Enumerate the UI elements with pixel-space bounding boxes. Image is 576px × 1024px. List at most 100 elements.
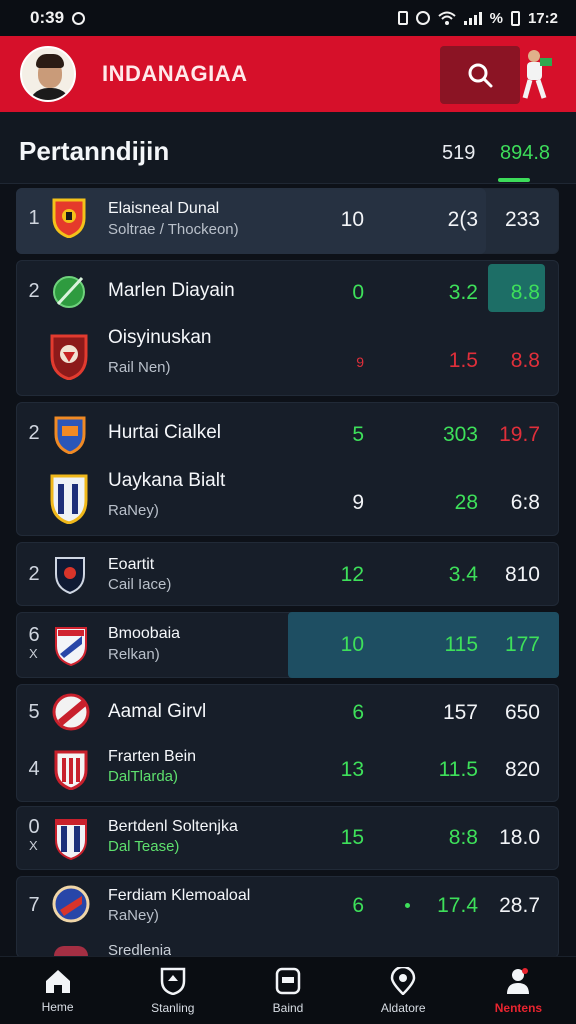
rank-number: 6: [28, 624, 40, 646]
stat-value: 19.7: [499, 423, 540, 446]
rank-number: 2: [28, 563, 40, 585]
stat-value: 3.4: [448, 563, 478, 586]
player-icon[interactable]: [516, 48, 556, 102]
team-subtitle: Relkan): [108, 646, 160, 663]
stat-value: 12: [340, 563, 364, 586]
club-crest-icon: [55, 819, 87, 860]
stat-value: 8:8: [448, 826, 478, 849]
stat-value: 6: [352, 701, 364, 724]
rank-marker: X: [29, 646, 38, 661]
nav-home[interactable]: Heme: [0, 957, 115, 1024]
section-title: Pertanndijin: [19, 136, 170, 166]
stat-value: 28: [454, 491, 478, 514]
team-name: Bertdenl Soltenjka: [108, 818, 238, 835]
nav-label: Baind: [272, 1000, 304, 1015]
club-crest-icon: [54, 416, 86, 454]
vibrate-icon: [397, 11, 408, 25]
team-name: Uaykana Bialt: [108, 470, 226, 491]
team-name: Eoartit: [108, 556, 155, 573]
nav-profile[interactable]: Nentens: [461, 957, 576, 1024]
rank-number: 4: [28, 758, 40, 780]
nav-board[interactable]: Baind: [230, 957, 345, 1024]
stat-value: 6:8: [510, 491, 540, 514]
location-icon: [390, 966, 416, 995]
battery-icon: [510, 10, 520, 26]
status-bar: 0:39 % 17:2: [0, 0, 576, 36]
board-icon: [275, 967, 301, 994]
mute-icon: [415, 11, 430, 25]
nav-label: Aldatore: [380, 1000, 426, 1015]
team-name: Ferdiam Klemoaloal: [108, 887, 251, 904]
club-crest-icon: [52, 885, 90, 923]
stat-value: 3.2: [448, 281, 478, 304]
bottom-navigation: Heme Stanling Baind Aldatore Nentens: [0, 956, 576, 1024]
sync-icon: [72, 11, 86, 25]
nav-standings[interactable]: Stanling: [115, 957, 230, 1024]
nav-label: Heme: [41, 999, 74, 1014]
team-name: Frarten Bein: [108, 748, 197, 765]
stat-value: 177: [504, 633, 540, 656]
stat-value: 13: [340, 758, 364, 781]
club-crest-icon: [50, 474, 88, 524]
team-subtitle: RaNey): [108, 502, 159, 519]
tab-column-b[interactable]: 894.8: [500, 142, 550, 165]
status-right-time: 17:2: [527, 9, 558, 27]
app-title: INDANAGIAA: [102, 61, 248, 86]
team-subtitle: DalTlarda): [108, 768, 179, 785]
stat-value: 1.5: [448, 349, 478, 372]
stat-value: 650: [504, 701, 540, 724]
stat-value: 8.8: [510, 281, 540, 304]
team-name: Elaisneal Dunal: [108, 200, 220, 217]
stat-value: 11.5: [438, 758, 478, 781]
team-name: Oisyinuskan: [108, 327, 212, 348]
rank-number: 5: [28, 701, 40, 723]
section-header: Pertanndijin 519 894.8: [0, 112, 576, 184]
search-button[interactable]: [440, 46, 520, 104]
nav-location[interactable]: Aldatore: [346, 957, 461, 1024]
nav-label: Nentens: [494, 1000, 543, 1015]
stat-value: 8.8: [510, 349, 540, 372]
club-crest-icon: [52, 198, 86, 238]
rank-number: 1: [28, 207, 40, 229]
signal-icon: [463, 11, 482, 25]
club-crest-icon: [55, 627, 87, 666]
active-tab-indicator: [498, 178, 530, 182]
team-name: Aamal Girvl: [108, 701, 207, 722]
rank-number: 2: [28, 280, 40, 302]
stat-value: 10: [340, 208, 364, 231]
team-subtitle: RaNey): [108, 907, 159, 924]
mascot-avatar[interactable]: [20, 46, 76, 102]
team-subtitle: Rail Nen): [108, 359, 171, 376]
shield-icon: [160, 967, 186, 995]
tab-column-a[interactable]: 519: [442, 142, 475, 165]
stat-value: 0: [352, 281, 364, 304]
profile-icon: [507, 967, 530, 994]
club-crest-icon: [53, 276, 85, 308]
club-crest-icon: [54, 946, 88, 956]
rank-marker: X: [29, 838, 38, 853]
team-name: Bmoobaia: [108, 625, 181, 642]
search-icon: [468, 63, 493, 88]
rank-number: 7: [28, 894, 40, 916]
rank-number: 0: [28, 816, 40, 838]
nav-label: Stanling: [151, 1000, 195, 1015]
team-name: Sredlenia: [108, 942, 172, 956]
app-header: INDANAGIAA: [0, 36, 576, 112]
club-crest-icon: [52, 693, 90, 731]
stat-value: 115: [444, 633, 478, 656]
stat-value: 157: [442, 701, 478, 724]
stat-value: 810: [504, 563, 540, 586]
wifi-icon: [437, 11, 456, 25]
stat-value: 28.7: [499, 894, 540, 917]
stat-value: 18.0: [499, 826, 540, 849]
club-crest-icon: [50, 334, 88, 380]
team-name: Hurtai Cialkel: [108, 422, 221, 443]
battery-percent: %: [489, 9, 503, 27]
stat-value: 10: [340, 633, 364, 656]
stat-value: 2(3: [447, 208, 478, 231]
club-crest-icon: [55, 557, 85, 594]
club-crest-icon: [54, 750, 88, 790]
stat-value: 5: [352, 423, 364, 446]
stat-value: 9: [352, 491, 364, 514]
team-subtitle: Dal Tease): [108, 838, 180, 855]
